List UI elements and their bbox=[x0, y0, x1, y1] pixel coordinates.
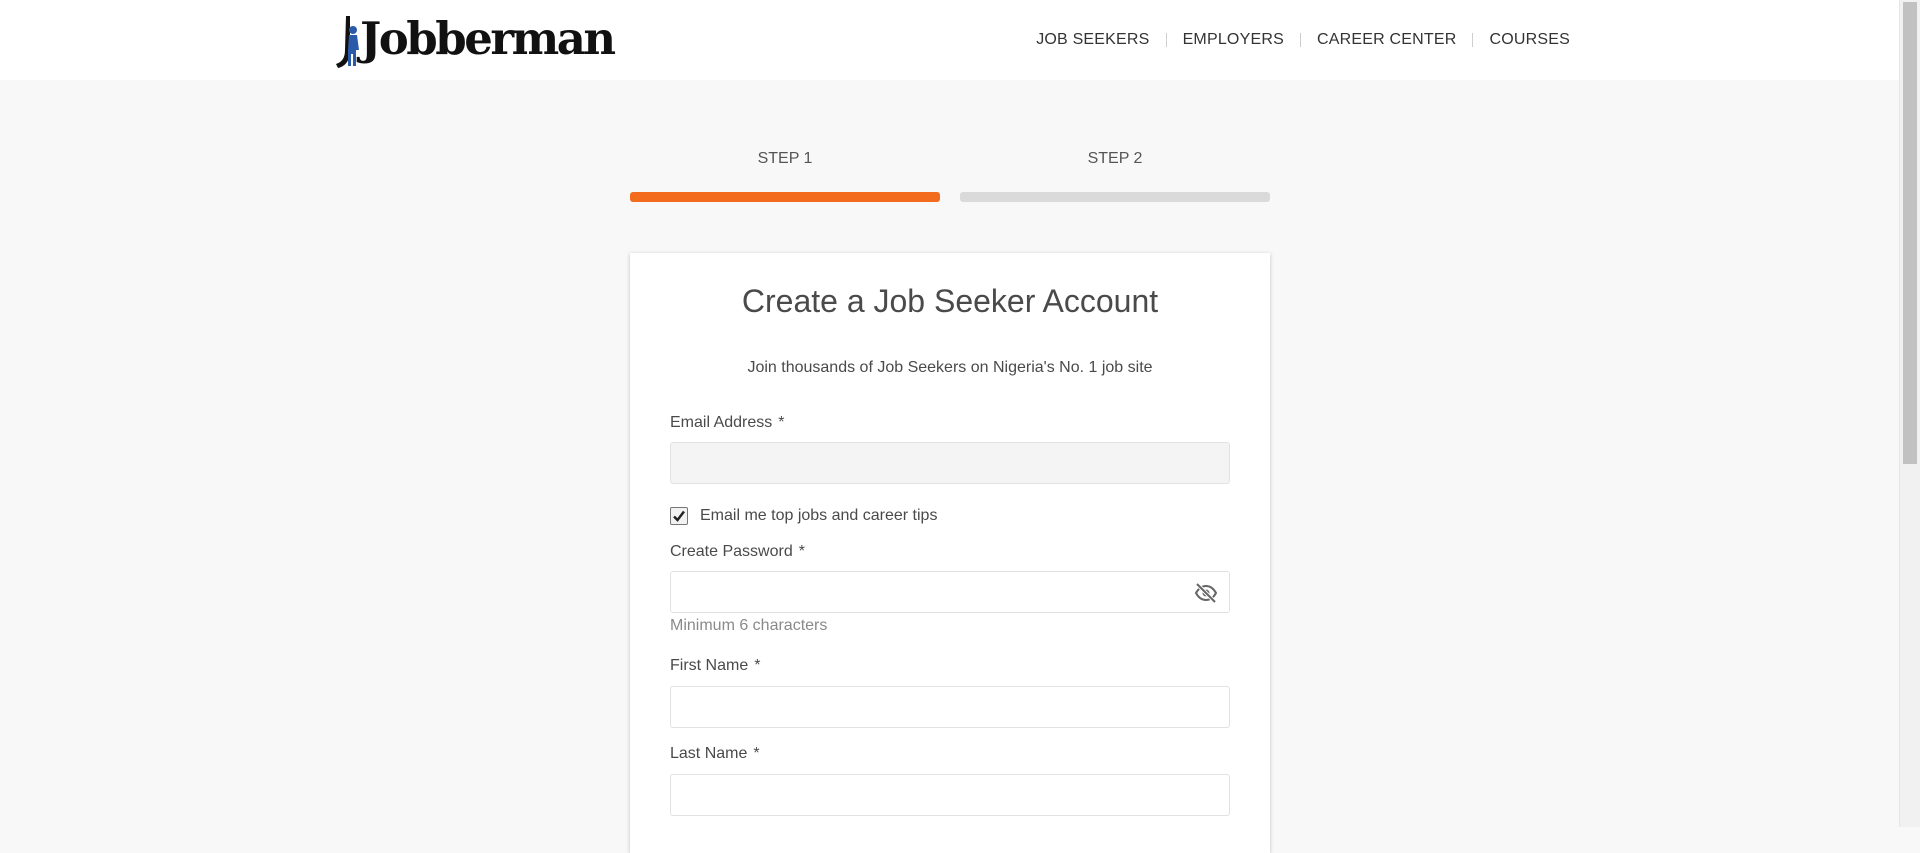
required-asterisk: * bbox=[753, 745, 760, 762]
first-name-label: First Name * bbox=[670, 657, 760, 675]
step-1-label: STEP 1 bbox=[757, 150, 813, 167]
step-1-bar bbox=[630, 192, 940, 202]
newsletter-label[interactable]: Email me top jobs and career tips bbox=[700, 507, 937, 525]
first-name-label-text: First Name bbox=[670, 657, 749, 674]
email-field[interactable] bbox=[670, 442, 1230, 484]
eye-off-icon[interactable] bbox=[1194, 581, 1218, 605]
nav-divider bbox=[1299, 33, 1301, 47]
newsletter-checkbox[interactable] bbox=[670, 507, 688, 525]
first-name-field[interactable] bbox=[670, 686, 1230, 728]
step-2: STEP 2 bbox=[960, 150, 1270, 202]
step-2-bar bbox=[960, 192, 1270, 202]
page-scrollbar[interactable] bbox=[1899, 0, 1920, 827]
signup-form-card: Create a Job Seeker Account Join thousan… bbox=[630, 253, 1270, 853]
nav-employers[interactable]: EMPLOYERS bbox=[1183, 31, 1284, 49]
form-subtitle: Join thousands of Job Seekers on Nigeria… bbox=[747, 359, 1153, 376]
required-asterisk: * bbox=[754, 657, 761, 674]
step-1: STEP 1 bbox=[630, 150, 940, 202]
nav-career-center[interactable]: CAREER CENTER bbox=[1317, 31, 1457, 49]
nav-courses[interactable]: COURSES bbox=[1489, 31, 1570, 49]
site-header: Jobberman JOB SEEKERS EMPLOYERS CAREER C… bbox=[0, 0, 1900, 80]
required-asterisk: * bbox=[778, 414, 785, 431]
nav-job-seekers[interactable]: JOB SEEKERS bbox=[1036, 31, 1149, 49]
scrollbar-thumb[interactable] bbox=[1903, 2, 1917, 464]
nav-divider bbox=[1165, 33, 1167, 47]
email-label: Email Address * bbox=[670, 414, 785, 432]
required-asterisk: * bbox=[798, 543, 805, 560]
checkmark-icon bbox=[673, 510, 685, 522]
password-hint: Minimum 6 characters bbox=[670, 617, 828, 634]
step-2-label: STEP 2 bbox=[1087, 150, 1143, 167]
last-name-field[interactable] bbox=[670, 774, 1230, 816]
password-label-text: Create Password bbox=[670, 543, 793, 560]
password-label: Create Password * bbox=[670, 543, 805, 561]
main-nav: JOB SEEKERS EMPLOYERS CAREER CENTER COUR… bbox=[1036, 0, 1570, 80]
email-label-text: Email Address bbox=[670, 414, 773, 431]
form-title: Create a Job Seeker Account bbox=[741, 283, 1159, 319]
newsletter-option[interactable]: Email me top jobs and career tips bbox=[670, 507, 937, 525]
last-name-label-text: Last Name bbox=[670, 745, 748, 762]
nav-divider bbox=[1472, 33, 1474, 47]
logo-wordmark: Jobberman bbox=[360, 12, 616, 65]
last-name-label: Last Name * bbox=[670, 745, 760, 763]
password-field[interactable] bbox=[670, 571, 1230, 613]
jobberman-logo[interactable]: Jobberman bbox=[332, 10, 616, 70]
